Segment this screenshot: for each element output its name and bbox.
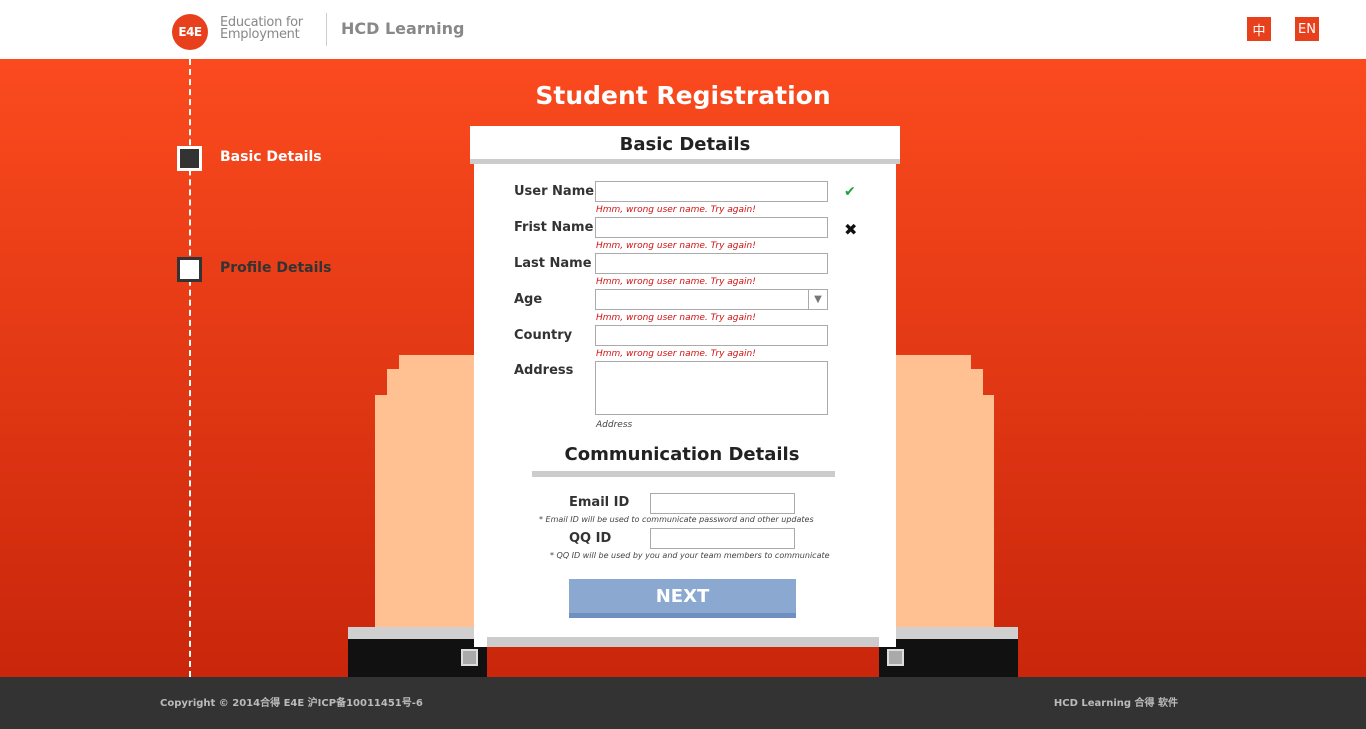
step-label-profile[interactable]: Profile Details — [220, 260, 332, 276]
language-chinese-button[interactable]: 中 — [1247, 17, 1271, 41]
right-cuff — [879, 627, 1018, 639]
right-cuff-button — [887, 649, 904, 666]
user-name-error: Hmm, wrong user name. Try again! — [596, 205, 756, 215]
step-label-basic[interactable]: Basic Details — [220, 149, 322, 165]
logo-line-2: Employment — [220, 27, 300, 42]
cross-icon: ✖ — [844, 220, 858, 239]
user-name-label: User Name — [514, 184, 595, 199]
communication-details-title: Communication Details — [564, 444, 800, 465]
country-input[interactable] — [595, 325, 828, 346]
right-hand-part — [891, 395, 994, 631]
check-icon: ✔ — [844, 184, 856, 200]
user-name-input[interactable] — [595, 181, 828, 202]
age-error: Hmm, wrong user name. Try again! — [596, 313, 756, 323]
address-hint: Address — [596, 420, 633, 430]
address-label: Address — [514, 363, 574, 378]
footer-brand: HCD Learning 合得 软件 — [1053, 698, 1178, 709]
first-name-input[interactable] — [595, 217, 828, 238]
logo-text: Education for Employment — [220, 16, 303, 42]
left-hand-part — [375, 395, 479, 631]
form-paper-edge — [487, 637, 879, 647]
language-english-button[interactable]: EN — [1295, 17, 1319, 41]
brand-name: HCD Learning — [341, 19, 465, 38]
age-select[interactable]: ▼ — [595, 289, 828, 310]
qq-input[interactable] — [650, 528, 795, 549]
email-input[interactable] — [650, 493, 795, 514]
email-label: Email ID — [569, 495, 630, 510]
email-note: * Email ID will be used to communicate p… — [539, 515, 814, 524]
copyright-text: Copyright © 2014合得 E4E 沪ICP备10011451号-6 — [160, 698, 423, 709]
e4e-logo[interactable]: E4E — [172, 14, 208, 50]
footer: Copyright © 2014合得 E4E 沪ICP备10011451号-6 … — [0, 677, 1366, 729]
qq-label: QQ ID — [569, 531, 612, 546]
first-name-error: Hmm, wrong user name. Try again! — [596, 241, 756, 251]
last-name-label: Last Name — [514, 256, 592, 271]
last-name-input[interactable] — [595, 253, 828, 274]
address-input[interactable] — [595, 361, 828, 415]
step-indicator-profile[interactable] — [177, 257, 202, 282]
basic-details-title: Basic Details — [619, 134, 751, 155]
page-title: Student Registration — [535, 81, 831, 110]
country-error: Hmm, wrong user name. Try again! — [596, 349, 756, 359]
step-indicator-basic[interactable] — [177, 146, 202, 171]
left-cuff-button — [461, 649, 478, 666]
basic-details-header: Basic Details — [470, 126, 900, 164]
header: E4E Education for Employment HCD Learnin… — [0, 0, 1366, 59]
last-name-error: Hmm, wrong user name. Try again! — [596, 277, 756, 287]
chevron-down-icon[interactable]: ▼ — [808, 290, 827, 309]
country-label: Country — [514, 328, 573, 343]
left-cuff — [348, 627, 487, 639]
next-button[interactable]: NEXT — [569, 579, 796, 618]
header-divider — [326, 13, 327, 46]
age-label: Age — [514, 292, 543, 307]
qq-note: * QQ ID will be used by you and your tea… — [550, 551, 830, 560]
registration-stage: Basic Details Profile Details Student Re… — [0, 59, 1366, 677]
first-name-label: Frist Name — [514, 220, 594, 235]
